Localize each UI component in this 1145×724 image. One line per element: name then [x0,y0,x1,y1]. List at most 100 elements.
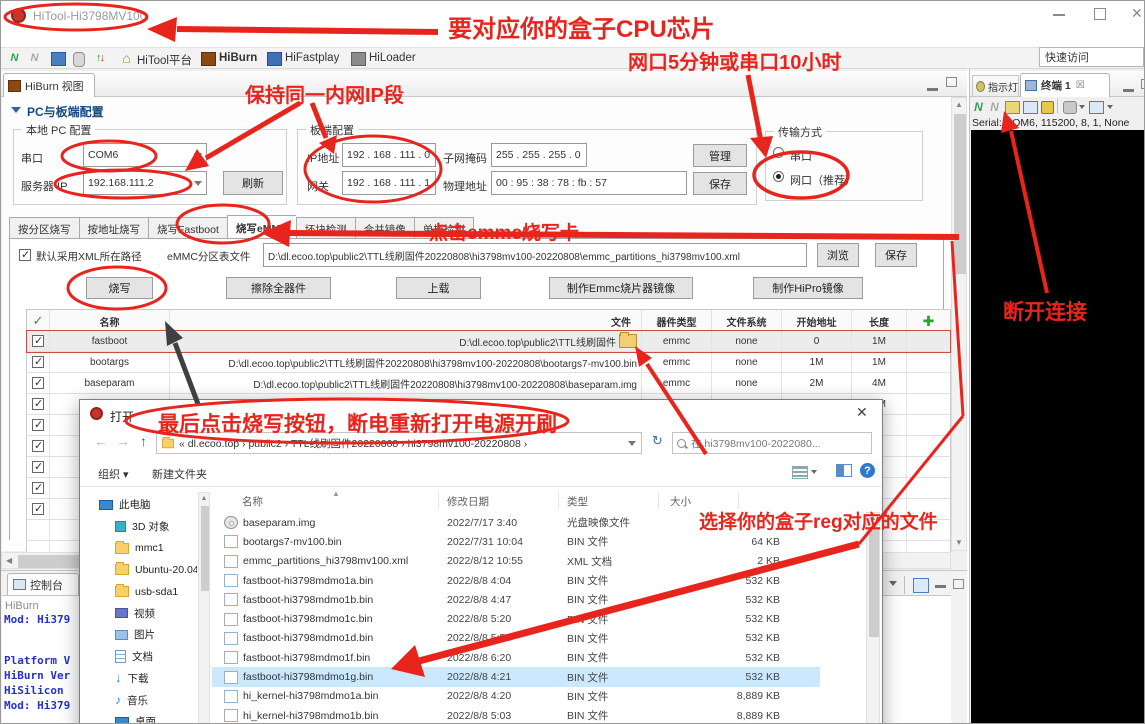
sidebar-item[interactable]: 图片 [87,624,197,646]
link-hifastplay[interactable]: HiFastplay [285,52,339,64]
organize-button[interactable]: 组织 ▾ [98,466,129,482]
open-console-icon[interactable] [913,578,929,593]
sidebar-item[interactable]: mmc1 [87,537,197,559]
close-icon[interactable]: ✕ [1131,5,1143,22]
erase-all-button[interactable]: 擦除全器件 [226,277,331,299]
view-mode-icon[interactable] [792,466,808,479]
col-fs[interactable]: 文件系统 [727,314,767,329]
refresh-button[interactable]: 刷新 [223,171,283,195]
col-name[interactable]: 名称 [100,314,120,329]
xml-path-input[interactable]: D:\dl.ecoo.top\public2\TTL线刷固件20220808\h… [263,243,807,267]
row-checkbox[interactable] [32,440,44,452]
link-hiloader[interactable]: HiLoader [369,52,416,64]
file-row[interactable]: fastboot-hi3798mdmo1b.bin 2022/8/8 4:47 … [212,590,820,609]
sidebar-item[interactable]: usb-sda1 [87,581,197,603]
file-list-scrollbar[interactable]: ▲ [866,512,880,724]
mouse-tool-icon[interactable] [73,52,85,67]
tab-hiburn-view[interactable]: HiBurn 视图 [3,73,95,97]
row-checkbox[interactable] [32,377,44,389]
chevron-down-icon[interactable] [1079,105,1085,109]
new-terminal-icon[interactable] [1089,101,1104,114]
browse-folder-icon[interactable] [619,334,637,348]
connect-icon[interactable]: N [7,50,22,65]
gateway-input[interactable]: 192 . 168 . 111 . 1 [342,171,436,195]
refresh-icon[interactable]: ↻ [652,433,663,449]
file-row[interactable]: fastboot-hi3798mdmo1f.bin 2022/8/8 6:20 … [212,648,820,667]
col-device[interactable]: 器件类型 [657,314,697,329]
table-row[interactable]: bootargs D:\dl.ecoo.top\public2\TTL线刷固件2… [27,352,950,373]
row-checkbox[interactable] [32,335,44,347]
sidebar-item[interactable]: Ubuntu-20.04 ( [87,559,197,581]
sidebar-item[interactable]: 3D 对象 [87,516,197,538]
file-row[interactable]: emmc_partitions_hi3798mv100.xml 2022/8/1… [212,552,820,571]
row-checkbox[interactable] [32,398,44,410]
radio-network[interactable] [773,171,784,182]
col-start[interactable]: 开始地址 [797,314,837,329]
terminal-copy-icon[interactable] [1023,101,1038,114]
main-vertical-scrollbar[interactable]: ▲ ▼ [951,97,967,551]
tab-indicator-lights[interactable]: 指示灯... [972,75,1019,96]
maximize-view-icon[interactable] [946,77,957,87]
help-icon[interactable]: ? [860,463,875,478]
chevron-down-icon[interactable] [1107,105,1113,109]
row-checkbox[interactable] [32,356,44,368]
chevron-down-icon[interactable] [628,441,636,446]
close-tab-icon[interactable]: ☒ [1076,80,1085,91]
minimize-icon[interactable] [1053,14,1065,16]
section-header[interactable]: PC与板端配置 [27,103,104,120]
upload-button[interactable]: 上载 [396,277,481,299]
sidebar-item[interactable]: 文档 [87,646,197,668]
sidebar-item[interactable]: 此电脑 [87,494,197,516]
link-hiburn[interactable]: HiBurn [219,52,257,64]
disconnect-icon[interactable]: N [27,50,42,65]
browse-button[interactable]: 浏览 [817,243,859,267]
sidebar-item[interactable]: 视频 [87,602,197,624]
sidebar-scrollbar[interactable]: ▲ [198,492,210,724]
board-save-button[interactable]: 保存 [693,172,747,195]
file-row[interactable]: fastboot-hi3798mdmo1a.bin 2022/8/8 4:04 … [212,571,820,590]
dialog-close-icon[interactable]: ✕ [856,404,868,421]
col-length[interactable]: 长度 [869,314,889,329]
back-icon[interactable]: ← [94,433,108,449]
col-file[interactable]: 文件 [611,314,637,329]
radio-serial[interactable] [773,147,784,158]
sidebar-item[interactable]: ↓ 下载 [87,668,197,690]
col-header-date[interactable]: 修改日期 [447,494,489,509]
terminal-connect-icon[interactable]: N [971,99,986,114]
forward-icon[interactable]: → [116,433,130,449]
tab-terminal-1[interactable]: 终端 1 ☒ [1020,73,1110,97]
table-row[interactable]: baseparam D:\dl.ecoo.top\public2\TTL线刷固件… [27,373,950,394]
chip-config-icon[interactable] [51,52,66,66]
make-hipro-image-button[interactable]: 制作HiPro镜像 [753,277,863,299]
transfer-updown-icon[interactable]: ↑↓ [93,50,108,65]
xml-path-checkbox[interactable] [19,249,31,261]
tab-console[interactable]: 控制台 [7,573,79,595]
row-checkbox[interactable] [32,461,44,473]
terminal-log-icon[interactable] [1005,101,1020,114]
minimize-console-icon[interactable] [935,585,946,588]
xml-save-button[interactable]: 保存 [875,243,917,267]
file-row[interactable]: hi_kernel-hi3798mdmo1a.bin 2022/8/8 4:20… [212,687,820,706]
terminal-lock-icon[interactable] [1041,101,1054,114]
search-input[interactable]: 在 hi3798mv100-2022080... [672,432,872,454]
burn-button[interactable]: 烧写 [86,277,153,299]
col-header-name[interactable]: 名称 [242,494,263,509]
file-row[interactable]: bootargs7-mv100.bin 2022/7/31 10:04 BIN … [212,532,820,551]
maximize-panel-icon[interactable] [1141,79,1145,89]
file-row[interactable]: hi_kernel-hi3798mdmo1b.bin 2022/8/8 5:03… [212,706,820,724]
ip-input[interactable]: 192 . 168 . 111 . 0 [342,143,436,167]
subnet-mask-input[interactable]: 255 . 255 . 255 . 0 [491,143,587,167]
console-menu-chevron-icon[interactable] [889,581,897,586]
quick-access-box[interactable]: 快速访问 [1039,47,1144,67]
view-mode-chevron-icon[interactable] [811,470,817,474]
file-row[interactable]: fastboot-hi3798mdmo1c.bin 2022/8/8 5:20 … [212,609,820,628]
new-folder-button[interactable]: 新建文件夹 [152,466,207,482]
terminal-disconnect-icon[interactable]: N [987,99,1002,114]
terminal-settings-icon[interactable] [1063,101,1077,114]
row-checkbox[interactable] [32,482,44,494]
manage-button[interactable]: 管理 [693,144,747,167]
col-header-type[interactable]: 类型 [567,494,588,509]
section-twistie-icon[interactable] [11,107,21,113]
col-header-size[interactable]: 大小 [670,494,691,509]
maximize-console-icon[interactable] [953,579,964,589]
